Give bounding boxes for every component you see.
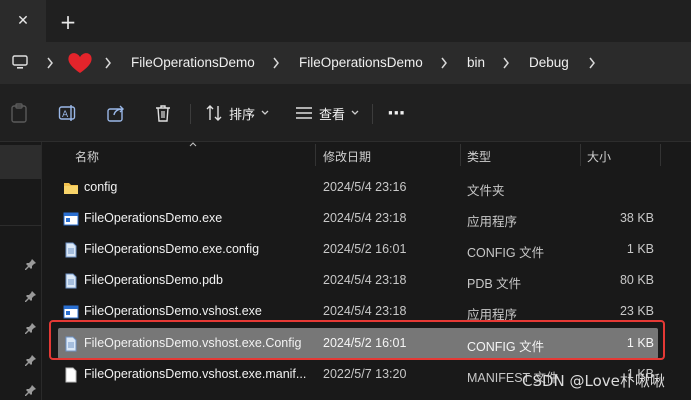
breadcrumb-item[interactable]: FileOperationsDemo bbox=[299, 55, 423, 70]
more-icon: ··· bbox=[387, 102, 405, 124]
file-row-selected[interactable]: FileOperationsDemo.vshost.exe.Config 202… bbox=[58, 328, 658, 359]
exe-icon bbox=[63, 304, 79, 320]
column-header-size[interactable]: 大小 bbox=[587, 148, 611, 165]
file-type: 应用程序 bbox=[467, 308, 518, 322]
pin-icon[interactable] bbox=[25, 351, 37, 366]
file-date: 2024/5/2 16:01 bbox=[323, 336, 407, 350]
file-type: 应用程序 bbox=[467, 215, 518, 229]
file-row[interactable]: config 2024/5/4 23:16 文件夹 bbox=[58, 172, 658, 203]
delete-button[interactable] bbox=[154, 99, 172, 127]
title-bar: ✕ + bbox=[0, 0, 691, 42]
column-divider[interactable] bbox=[580, 144, 581, 166]
pin-icon[interactable] bbox=[25, 381, 37, 396]
new-tab-button[interactable]: + bbox=[54, 8, 82, 36]
watermark-text: CSDN @Love朴啾啾 bbox=[522, 372, 665, 390]
file-type: PDB 文件 bbox=[467, 277, 522, 291]
chevron-down-icon bbox=[351, 110, 359, 115]
close-tab-button[interactable]: ✕ bbox=[0, 0, 46, 42]
manifest-file-icon bbox=[63, 367, 79, 383]
file-date: 2024/5/4 23:18 bbox=[323, 304, 407, 318]
rename-button[interactable]: A bbox=[58, 99, 78, 127]
column-divider[interactable] bbox=[660, 144, 661, 166]
file-name: FileOperationsDemo.pdb bbox=[84, 273, 223, 287]
address-bar[interactable]: FileOperationsDemo FileOperationsDemo bi… bbox=[0, 42, 691, 84]
svg-text:A: A bbox=[62, 110, 69, 120]
view-button[interactable]: 查看 bbox=[295, 99, 360, 127]
share-button[interactable] bbox=[106, 99, 126, 127]
file-name: FileOperationsDemo.exe bbox=[84, 211, 223, 225]
sort-ascending-icon bbox=[189, 142, 197, 147]
file-name: FileOperationsDemo.vshost.exe bbox=[84, 304, 262, 318]
file-name: FileOperationsDemo.exe.config bbox=[84, 242, 260, 256]
view-list-icon bbox=[296, 107, 312, 119]
file-type: 文件夹 bbox=[467, 184, 505, 198]
chevron-right-icon[interactable] bbox=[434, 53, 454, 73]
close-icon: ✕ bbox=[17, 13, 29, 29]
command-bar: A 排序 查看 ··· bbox=[0, 84, 691, 142]
config-file-icon bbox=[63, 336, 79, 352]
file-date: 2022/5/7 13:20 bbox=[323, 367, 407, 381]
file-row[interactable]: FileOperationsDemo.pdb 2024/5/4 23:18 PD… bbox=[58, 265, 658, 296]
chevron-right-icon[interactable] bbox=[98, 53, 118, 73]
user-folder-icon[interactable] bbox=[66, 51, 94, 75]
column-header-name[interactable]: 名称 bbox=[75, 148, 99, 165]
nav-item-selected[interactable] bbox=[0, 145, 41, 179]
more-options-button[interactable]: ··· bbox=[387, 99, 405, 127]
file-row[interactable]: FileOperationsDemo.vshost.exe 2024/5/4 2… bbox=[58, 296, 658, 327]
paste-button[interactable] bbox=[10, 99, 28, 127]
nav-divider bbox=[0, 225, 41, 226]
this-pc-icon[interactable] bbox=[11, 53, 29, 71]
rename-icon: A bbox=[58, 105, 76, 121]
file-row[interactable]: FileOperationsDemo.exe 2024/5/4 23:18 应用… bbox=[58, 203, 658, 234]
file-size: 38 KB bbox=[619, 211, 654, 225]
file-list: 名称 修改日期 类型 大小 config 2024/5/4 23:16 文件夹 … bbox=[42, 142, 691, 400]
folder-icon bbox=[63, 180, 79, 196]
pin-icon[interactable] bbox=[25, 319, 37, 334]
file-date: 2024/5/2 16:01 bbox=[323, 242, 407, 256]
plus-icon: + bbox=[59, 10, 77, 34]
chevron-right-icon[interactable] bbox=[582, 53, 602, 73]
file-size: 1 KB bbox=[626, 242, 654, 256]
config-file-icon bbox=[63, 242, 79, 258]
chevron-down-icon bbox=[261, 110, 269, 115]
file-size: 80 KB bbox=[619, 273, 654, 287]
file-row[interactable]: FileOperationsDemo.exe.config 2024/5/2 1… bbox=[58, 234, 658, 265]
file-date: 2024/5/4 23:18 bbox=[323, 211, 407, 225]
chevron-right-icon[interactable] bbox=[266, 53, 286, 73]
sort-icon bbox=[206, 105, 222, 121]
chevron-right-icon[interactable] bbox=[496, 53, 516, 73]
file-date: 2024/5/4 23:18 bbox=[323, 273, 407, 287]
toolbar-separator bbox=[372, 104, 373, 124]
exe-icon bbox=[63, 211, 79, 227]
column-divider[interactable] bbox=[460, 144, 461, 166]
file-date: 2024/5/4 23:16 bbox=[323, 180, 407, 194]
column-header-row: 名称 修改日期 类型 大小 bbox=[42, 142, 691, 168]
toolbar-separator bbox=[190, 104, 191, 124]
breadcrumb-item[interactable]: bin bbox=[467, 55, 485, 70]
column-divider[interactable] bbox=[315, 144, 316, 166]
file-name: config bbox=[84, 180, 118, 194]
file-type: CONFIG 文件 bbox=[467, 246, 545, 260]
view-label: 查看 bbox=[319, 107, 346, 123]
chevron-right-icon[interactable] bbox=[40, 53, 60, 73]
pin-icon[interactable] bbox=[25, 255, 37, 270]
pin-icon[interactable] bbox=[25, 287, 37, 302]
file-size: 1 KB bbox=[626, 336, 654, 350]
column-header-date[interactable]: 修改日期 bbox=[323, 148, 371, 165]
column-header-type[interactable]: 类型 bbox=[467, 148, 491, 165]
navigation-pane bbox=[0, 142, 42, 400]
trash-icon bbox=[156, 105, 170, 122]
breadcrumb-item[interactable]: FileOperationsDemo bbox=[131, 55, 255, 70]
breadcrumb-item[interactable]: Debug bbox=[529, 55, 569, 70]
file-type: CONFIG 文件 bbox=[467, 340, 545, 354]
file-name: FileOperationsDemo.vshost.exe.Config bbox=[84, 336, 302, 350]
file-name: FileOperationsDemo.vshost.exe.manif... bbox=[84, 367, 307, 381]
clipboard-icon bbox=[11, 103, 27, 123]
sort-button[interactable]: 排序 bbox=[205, 99, 270, 127]
pdb-file-icon bbox=[63, 273, 79, 289]
file-size: 23 KB bbox=[619, 304, 654, 318]
share-icon bbox=[107, 105, 124, 122]
sort-label: 排序 bbox=[229, 107, 256, 123]
